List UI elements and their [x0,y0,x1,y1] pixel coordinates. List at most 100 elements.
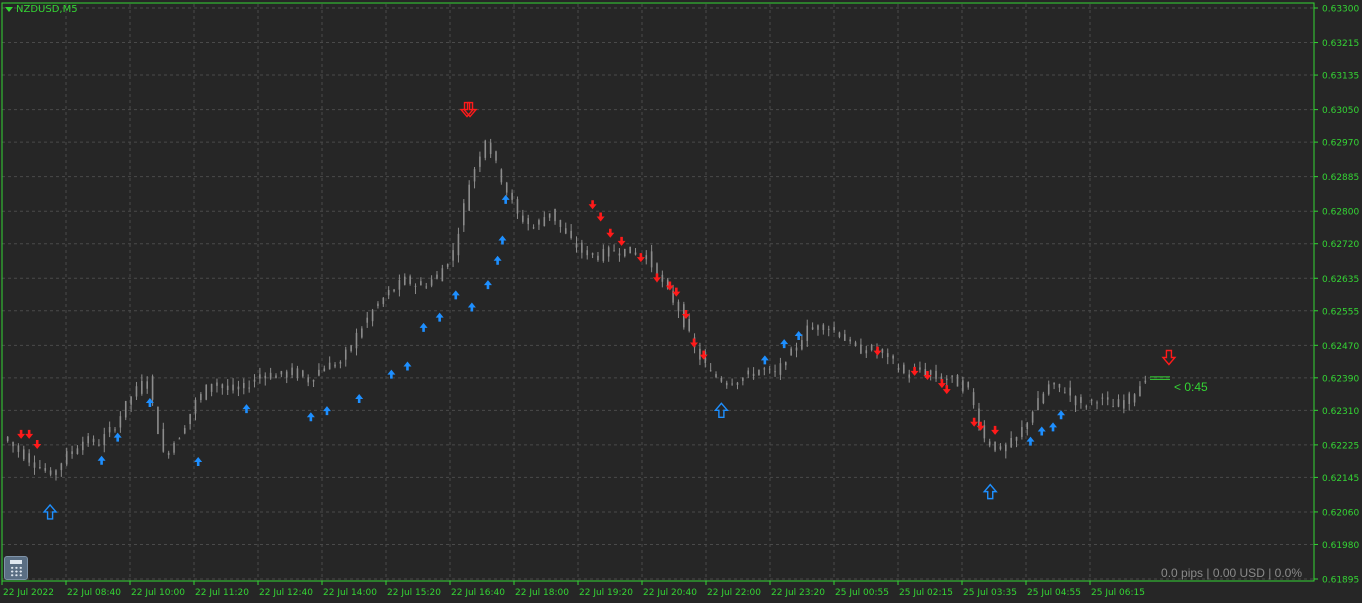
candle-body [801,340,803,350]
candle-body [44,468,47,471]
candle-body [151,376,154,400]
candle-body [183,428,186,434]
y-tick-label: 0.62470 [1322,342,1359,352]
candle-body [645,255,648,260]
x-tick-label: 25 Jul 06:15 [1091,588,1145,598]
x-tick-label: 25 Jul 02:15 [899,588,953,598]
candle-body [564,228,567,234]
y-tick-label: 0.62390 [1322,374,1359,384]
candle-body [725,382,728,386]
candle-body [17,445,20,452]
candle-body [860,344,862,354]
candle-body [387,290,390,296]
candle-body [1037,398,1039,411]
candle-body [414,285,417,287]
candle-body [838,332,841,337]
buy-arrow-icon [306,412,315,422]
candle-body [822,324,825,331]
y-tick-label: 0.62145 [1322,474,1359,484]
x-tick-label: 25 Jul 03:35 [963,588,1017,598]
calculator-button[interactable] [4,556,28,580]
candle-body [398,280,401,290]
buy-arrow-icon [451,290,460,300]
y-tick-label: 0.62800 [1322,208,1359,218]
candle-body [124,400,127,418]
calculator-icon [10,560,22,564]
candle-body [162,428,165,452]
candle-body [1117,399,1120,407]
candle-body [114,429,116,431]
candle-body [98,444,100,446]
candle-body [538,220,540,225]
sell-arrow-icon [873,346,882,356]
triangle-down-icon[interactable] [5,7,13,12]
candle-body [763,368,766,370]
sell-arrow-icon [33,440,42,450]
candle-body [699,348,701,360]
symbol-title[interactable]: NZDUSD,M5 [5,4,78,15]
grid [2,4,1314,581]
candle-body [457,233,460,256]
candle-body [806,325,809,342]
candle-body [1133,394,1136,403]
candle-body [1106,397,1109,400]
buy-arrow-icon [1037,426,1046,436]
big-sell-arrow-icon [1161,349,1177,366]
buy-arrow-icon [467,302,476,312]
candle-body [747,370,750,375]
candle-body [361,328,363,338]
candle-body [629,246,631,254]
candle-body [189,413,191,425]
candle-body [264,375,267,379]
x-tick-label: 22 Jul 11:20 [195,588,249,598]
candle-body [779,363,782,375]
candle-body [1004,444,1007,452]
sell-arrow-icon [937,379,946,389]
candle-body [237,386,240,390]
candle-body [403,276,406,285]
price-chart[interactable]: 0.63300 0.63215 0.63135 0.63050 0.62970 0.628… [0,0,1362,603]
y-tick-label: 0.62225 [1322,441,1359,451]
buy-arrow-icon [355,393,364,403]
candle-body [817,325,819,330]
candle-body [135,386,138,397]
candle-body [280,371,283,375]
candle-body [849,339,851,342]
candle-body [811,327,814,330]
candle-body [242,383,245,389]
chart-frame [1,2,1315,582]
candle-body [602,249,605,261]
candle-body [312,379,315,382]
candle-body [597,255,599,261]
candle-body [865,350,868,354]
y-tick-label: 0.63215 [1322,39,1359,49]
candle-body [355,332,358,349]
x-tick-label: 25 Jul 04:55 [1027,588,1081,598]
candle-body [473,169,476,182]
candle-body [1128,393,1131,405]
candle-body [505,182,508,193]
buy-arrow-icon [419,322,428,332]
big-buy-arrow-icon [713,402,729,419]
candle-body [715,374,717,378]
x-tick-label: 22 Jul 19:20 [579,588,633,598]
candle-body [1096,402,1098,404]
candle-body [543,217,546,227]
candle-body [275,375,277,379]
candle-body [334,364,336,367]
sell-arrow-icon [690,338,699,348]
buy-arrow-icon [493,255,502,265]
chart-canvas[interactable]: 0.63300 0.63215 0.63135 0.63050 0.62970 0.628… [0,0,1362,603]
candle-body [178,438,181,440]
candle-body [291,367,293,376]
candle-body [141,380,143,394]
candle-body [1064,392,1066,394]
y-tick-label: 0.62720 [1322,240,1359,250]
candle-body [87,436,89,444]
candle-body [935,370,937,379]
candle-body [446,264,449,267]
candle-body [634,252,637,255]
candle-body [516,199,519,214]
candle-body [371,309,374,322]
candle-body [1069,387,1071,396]
